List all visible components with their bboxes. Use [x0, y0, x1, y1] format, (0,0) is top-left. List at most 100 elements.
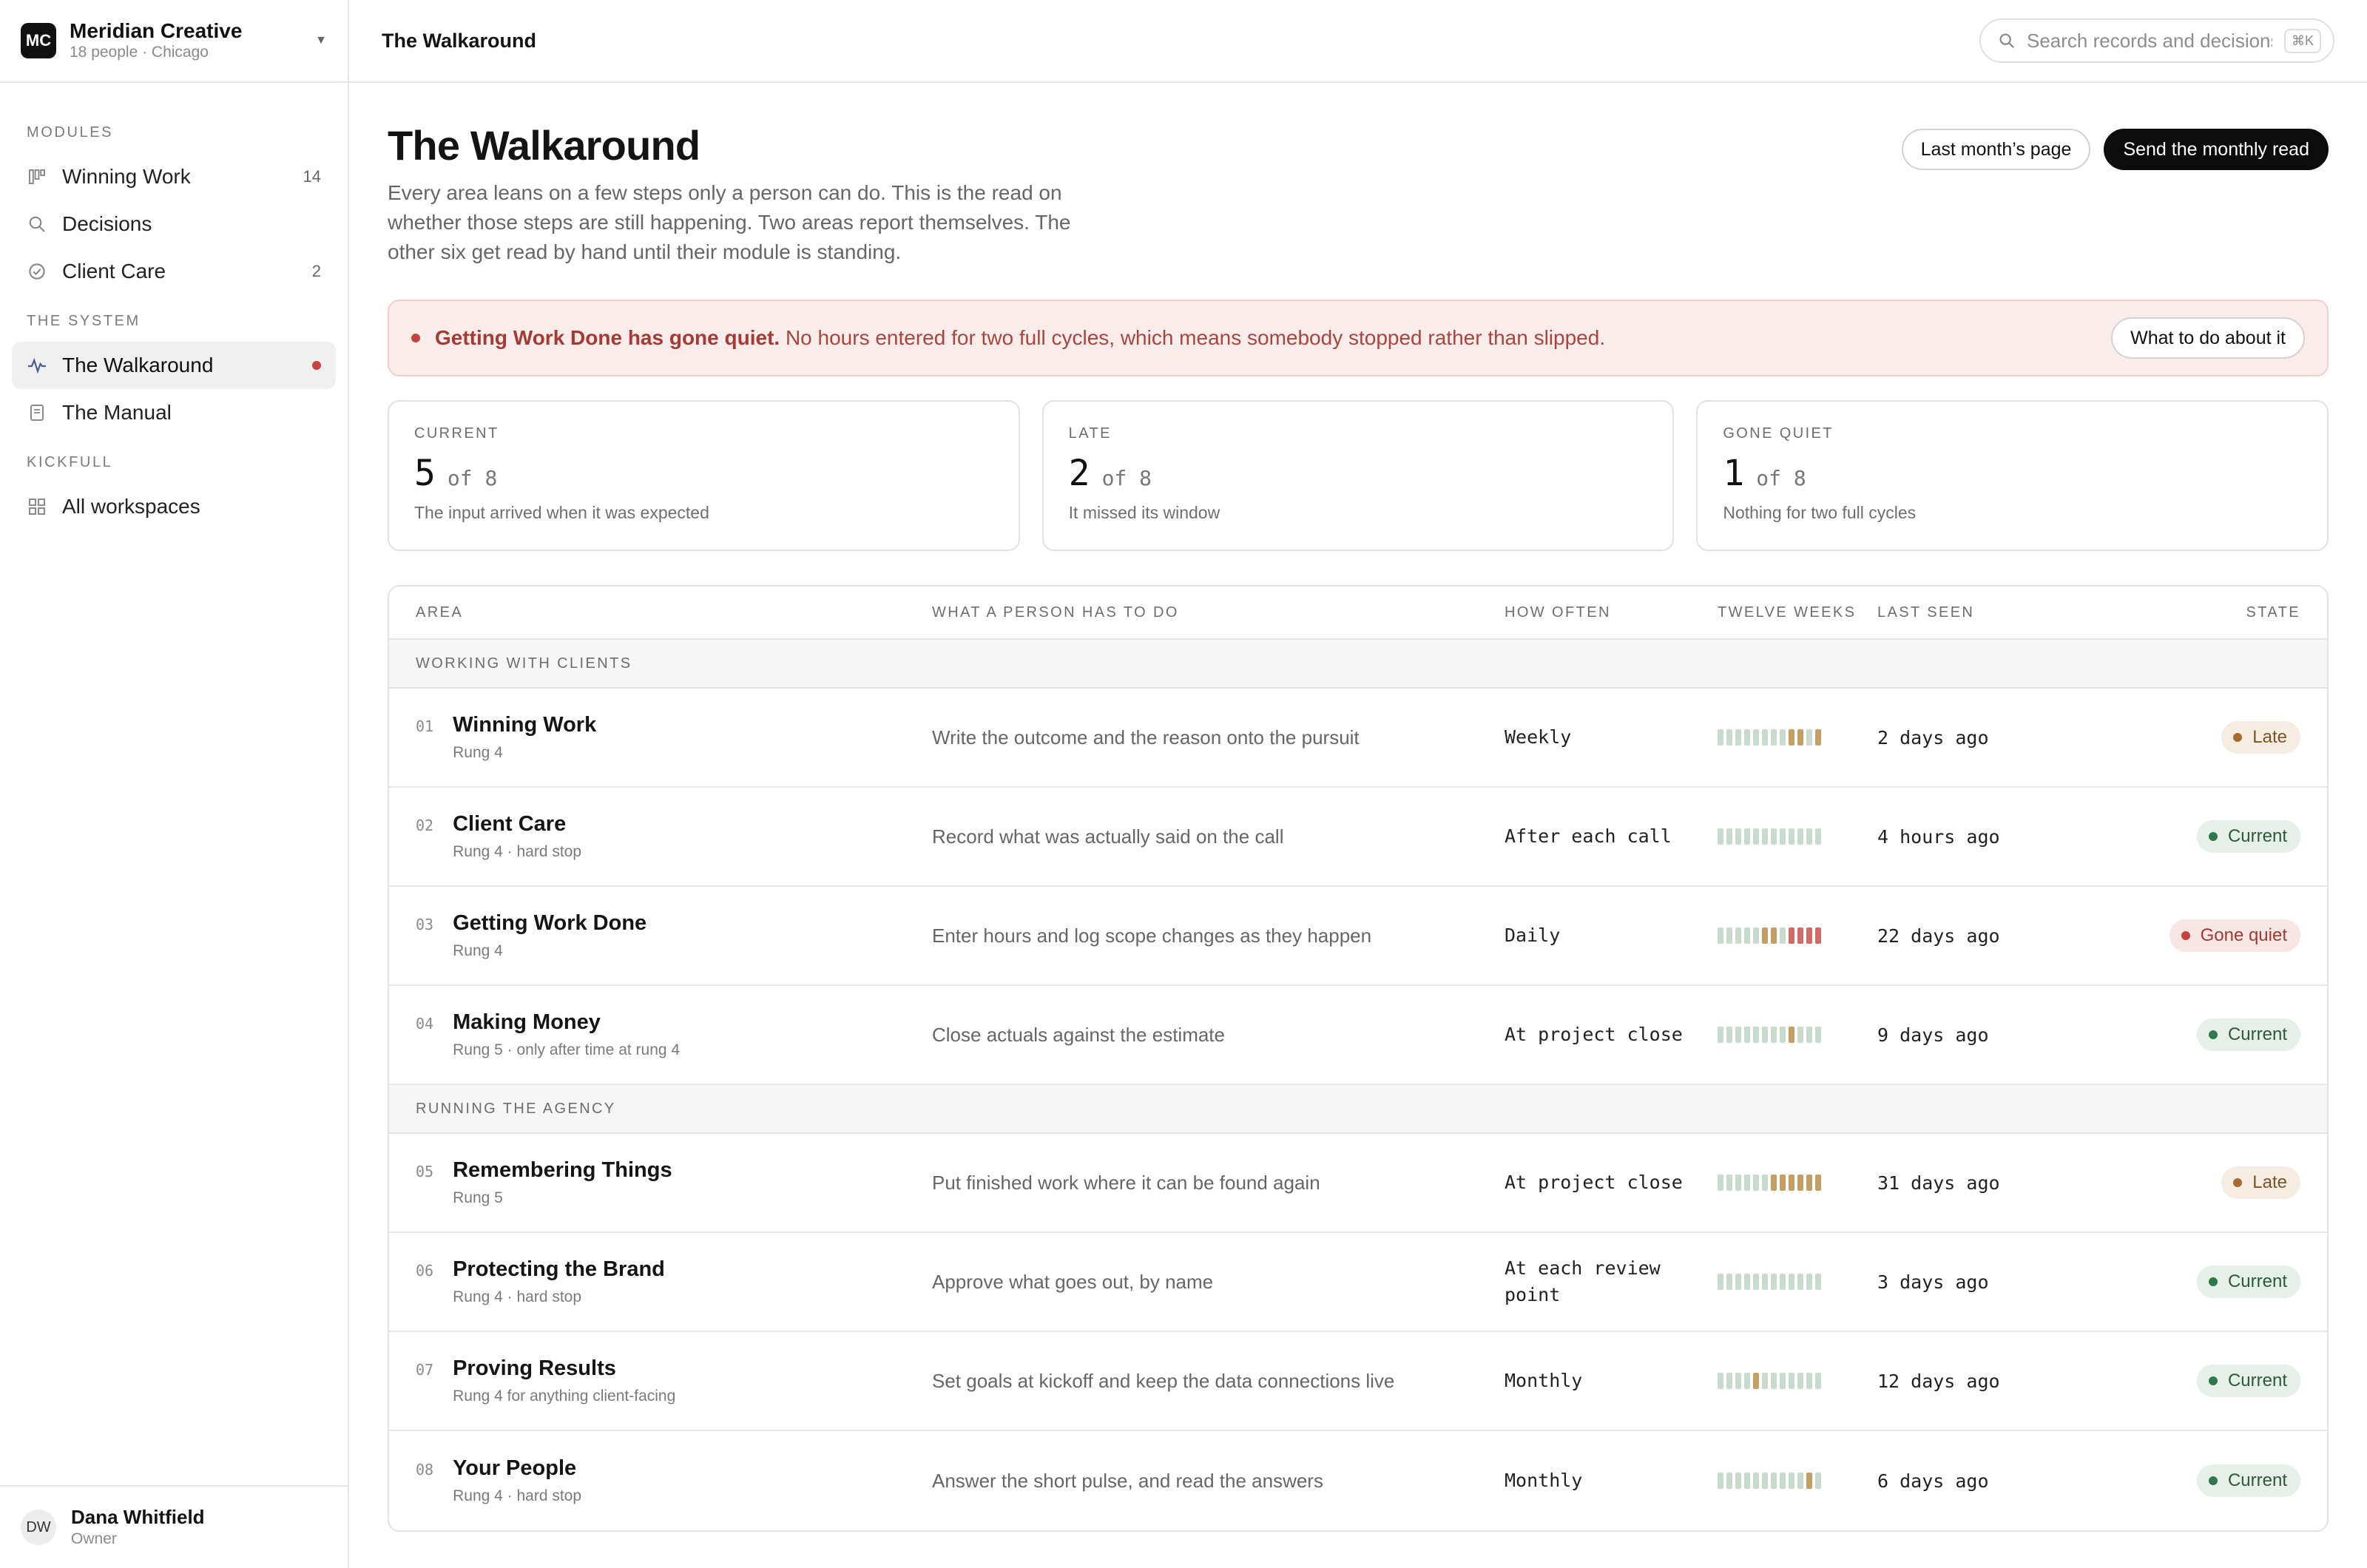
user-role: Owner [71, 1530, 117, 1547]
send-monthly-read-button[interactable]: Send the monthly read [2104, 129, 2329, 170]
table-row[interactable]: 06 Protecting the Brand Rung 4 · hard st… [389, 1233, 2327, 1332]
week-cell [1789, 1274, 1794, 1290]
workspace-logo: MC [21, 23, 56, 58]
table-row[interactable]: 01 Winning Work Rung 4 Write the outcome… [389, 689, 2327, 788]
sidebar-item-the-walkaround[interactable]: The Walkaround [12, 342, 336, 389]
status-dot [2208, 1476, 2218, 1485]
last-seen: 4 hours ago [1877, 825, 2000, 848]
area-number: 04 [416, 1015, 434, 1033]
frequency: Daily [1505, 925, 1561, 946]
week-cell [1735, 1274, 1741, 1290]
week-cell [1771, 1027, 1777, 1043]
area-rung: Rung 5 · only after time at rung 4 [453, 1041, 681, 1058]
week-cell [1797, 1373, 1803, 1389]
sidebar-item-the-manual[interactable]: The Manual [12, 389, 336, 436]
week-cell [1815, 828, 1821, 845]
sidebar-item-all-workspaces[interactable]: All workspaces [12, 483, 336, 530]
status-label: Late [2252, 1172, 2287, 1192]
week-cell [1718, 1473, 1723, 1489]
sidebar-item-label: Winning Work [62, 165, 191, 188]
week-cell [1726, 927, 1732, 944]
area-rung: Rung 4 [453, 744, 503, 761]
search-icon [1999, 27, 2015, 55]
week-cell [1771, 1175, 1777, 1191]
search-input[interactable] [2027, 29, 2272, 53]
sidebar-item-decisions[interactable]: Decisions [12, 200, 336, 248]
last-seen: 3 days ago [1877, 1271, 1989, 1293]
week-cell [1806, 729, 1812, 746]
table-row[interactable]: 04 Making Money Rung 5 · only after time… [389, 986, 2327, 1085]
chevron-down-icon[interactable]: ▼ [315, 34, 327, 47]
frequency: After each call [1505, 825, 1672, 847]
status-badge: Current [2196, 1464, 2300, 1497]
check-circle-icon [27, 261, 47, 282]
stat-total: of 8 [1101, 466, 1152, 490]
stat-card-late: LATE 2 of 8 It missed its window [1041, 400, 1675, 551]
week-cell [1789, 729, 1794, 746]
week-cell [1726, 729, 1732, 746]
week-cell [1806, 1473, 1812, 1489]
table-group-heading: RUNNING THE AGENCY [389, 1085, 2327, 1134]
week-cell [1762, 1027, 1768, 1043]
user-profile[interactable]: DW Dana Whitfield Owner [0, 1485, 348, 1568]
week-cell [1753, 729, 1759, 746]
week-cell [1771, 927, 1777, 944]
area-number: 07 [416, 1361, 434, 1379]
sidebar-item-client-care[interactable]: Client Care 2 [12, 248, 336, 295]
document-icon [27, 402, 47, 423]
stat-card-gone-quiet: GONE QUIET 1 of 8 Nothing for two full cy… [1696, 400, 2329, 551]
area-number: 05 [416, 1163, 434, 1180]
twelve-week-strip [1718, 1027, 1877, 1043]
search-box[interactable]: ⌘K [1979, 18, 2334, 63]
area-name: Making Money [453, 1010, 601, 1034]
task-description: Put finished work where it can be found … [932, 1171, 1320, 1194]
week-cell [1718, 1373, 1723, 1389]
week-cell [1762, 1373, 1768, 1389]
status-dot [2181, 931, 2190, 940]
sidebar-nav: MODULES Winning Work 14 Decisions Client… [0, 83, 348, 1485]
week-cell [1771, 1373, 1777, 1389]
what-to-do-button[interactable]: What to do about it [2111, 317, 2305, 359]
week-cell [1806, 1274, 1812, 1290]
week-cell [1789, 927, 1794, 944]
table-row[interactable]: 02 Client Care Rung 4 · hard stop Record… [389, 788, 2327, 887]
table-row[interactable]: 07 Proving Results Rung 4 for anything c… [389, 1332, 2327, 1431]
week-cell [1780, 1473, 1786, 1489]
week-cell [1815, 1175, 1821, 1191]
area-name: Your People [453, 1456, 577, 1480]
week-cell [1753, 1274, 1759, 1290]
sidebar-item-label: Decisions [62, 212, 152, 235]
table-row[interactable]: 08 Your People Rung 4 · hard stop Answer… [389, 1431, 2327, 1530]
week-cell [1744, 1373, 1750, 1389]
task-description: Answer the short pulse, and read the ans… [932, 1469, 1323, 1492]
week-cell [1806, 828, 1812, 845]
week-cell [1797, 927, 1803, 944]
week-cell [1753, 1473, 1759, 1489]
stat-label: LATE [1068, 425, 1112, 442]
stat-note: It missed its window [1068, 503, 1220, 522]
area-rung: Rung 4 · hard stop [453, 1487, 582, 1504]
week-cell [1753, 1175, 1759, 1191]
week-cell [1797, 1274, 1803, 1290]
stat-total: of 8 [447, 466, 498, 490]
last-months-page-button[interactable]: Last month’s page [1901, 129, 2091, 170]
stat-label: CURRENT [414, 425, 499, 442]
week-cell [1789, 828, 1794, 845]
table-row[interactable]: 03 Getting Work Done Rung 4 Enter hours … [389, 887, 2327, 986]
sidebar-item-winning-work[interactable]: Winning Work 14 [12, 153, 336, 200]
twelve-week-strip [1718, 1175, 1877, 1191]
table-row[interactable]: 05 Remembering Things Rung 5 Put finishe… [389, 1134, 2327, 1233]
week-cell [1806, 1175, 1812, 1191]
week-cell [1744, 1473, 1750, 1489]
column-header-last-seen: LAST SEEN [1877, 604, 1975, 621]
column-header-task: WHAT A PERSON HAS TO DO [932, 604, 1179, 621]
page-intro: Every area leans on a few steps only a p… [388, 181, 1071, 263]
stat-card-current: CURRENT 5 of 8 The input arrived when it … [388, 400, 1020, 551]
workspace-switcher[interactable]: MC Meridian Creative 18 people · Chicago… [0, 0, 348, 83]
column-header-frequency: HOW OFTEN [1505, 604, 1611, 621]
stat-value: 1 [1723, 453, 1745, 494]
status-label: Current [2227, 1470, 2287, 1490]
week-cell [1771, 1473, 1777, 1489]
week-cell [1780, 1373, 1786, 1389]
week-cell [1762, 828, 1768, 845]
